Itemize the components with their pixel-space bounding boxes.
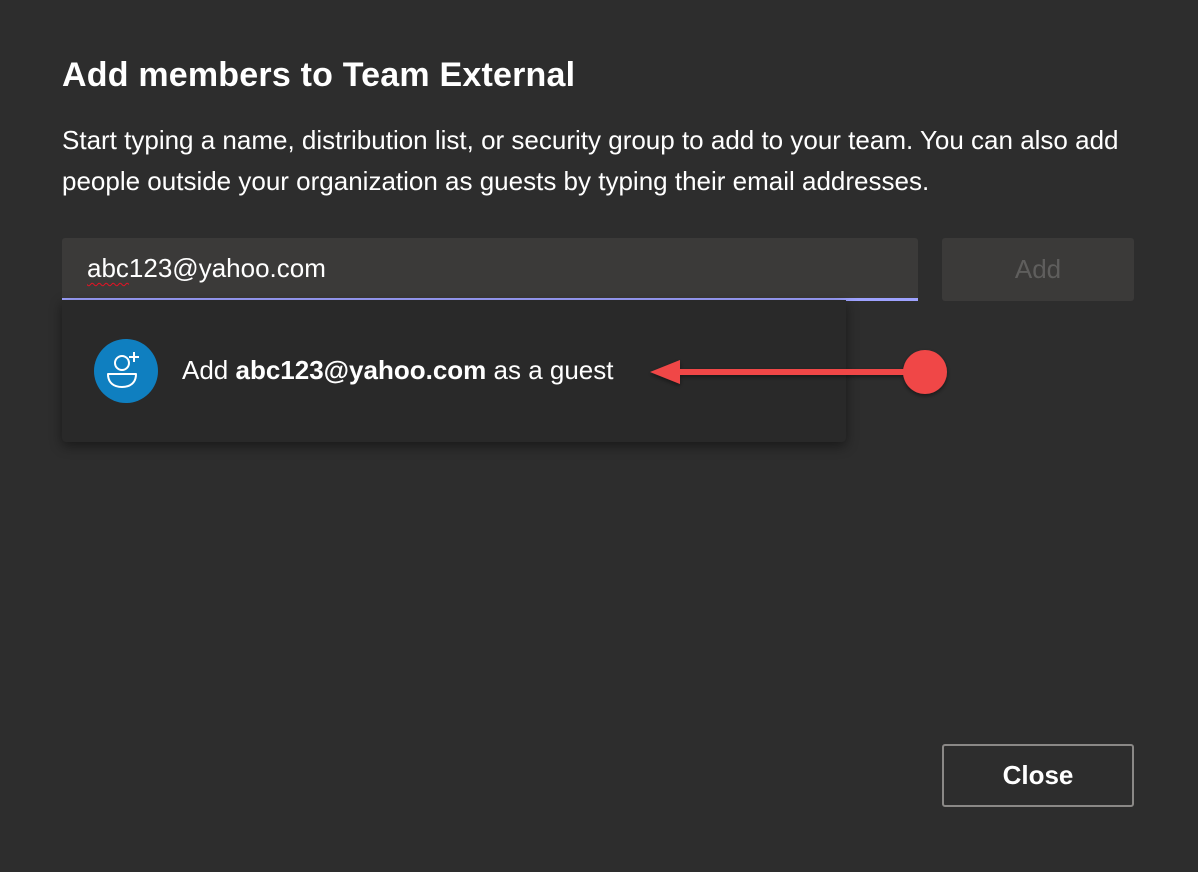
add-guest-icon: [94, 339, 158, 403]
member-search-input-value[interactable]: abc123@yahoo.com: [87, 253, 326, 284]
red-arrow-pointer: [650, 350, 947, 394]
input-value-rest: 123@yahoo.com: [128, 253, 326, 283]
dialog-title: Add members to Team External: [62, 56, 576, 94]
dialog-description: Start typing a name, distribution list, …: [62, 125, 1119, 196]
guest-email: abc123@yahoo.com: [235, 355, 487, 385]
misspelled-word: abc: [87, 253, 129, 283]
add-button[interactable]: Add: [942, 238, 1134, 301]
close-button[interactable]: Close: [942, 744, 1134, 807]
add-guest-suggestion-label: Add abc123@yahoo.com as a guest: [182, 355, 614, 385]
member-search-input[interactable]: abc123@yahoo.com: [62, 238, 918, 301]
add-members-dialog: Add members to Team External Start typin…: [0, 0, 1198, 872]
